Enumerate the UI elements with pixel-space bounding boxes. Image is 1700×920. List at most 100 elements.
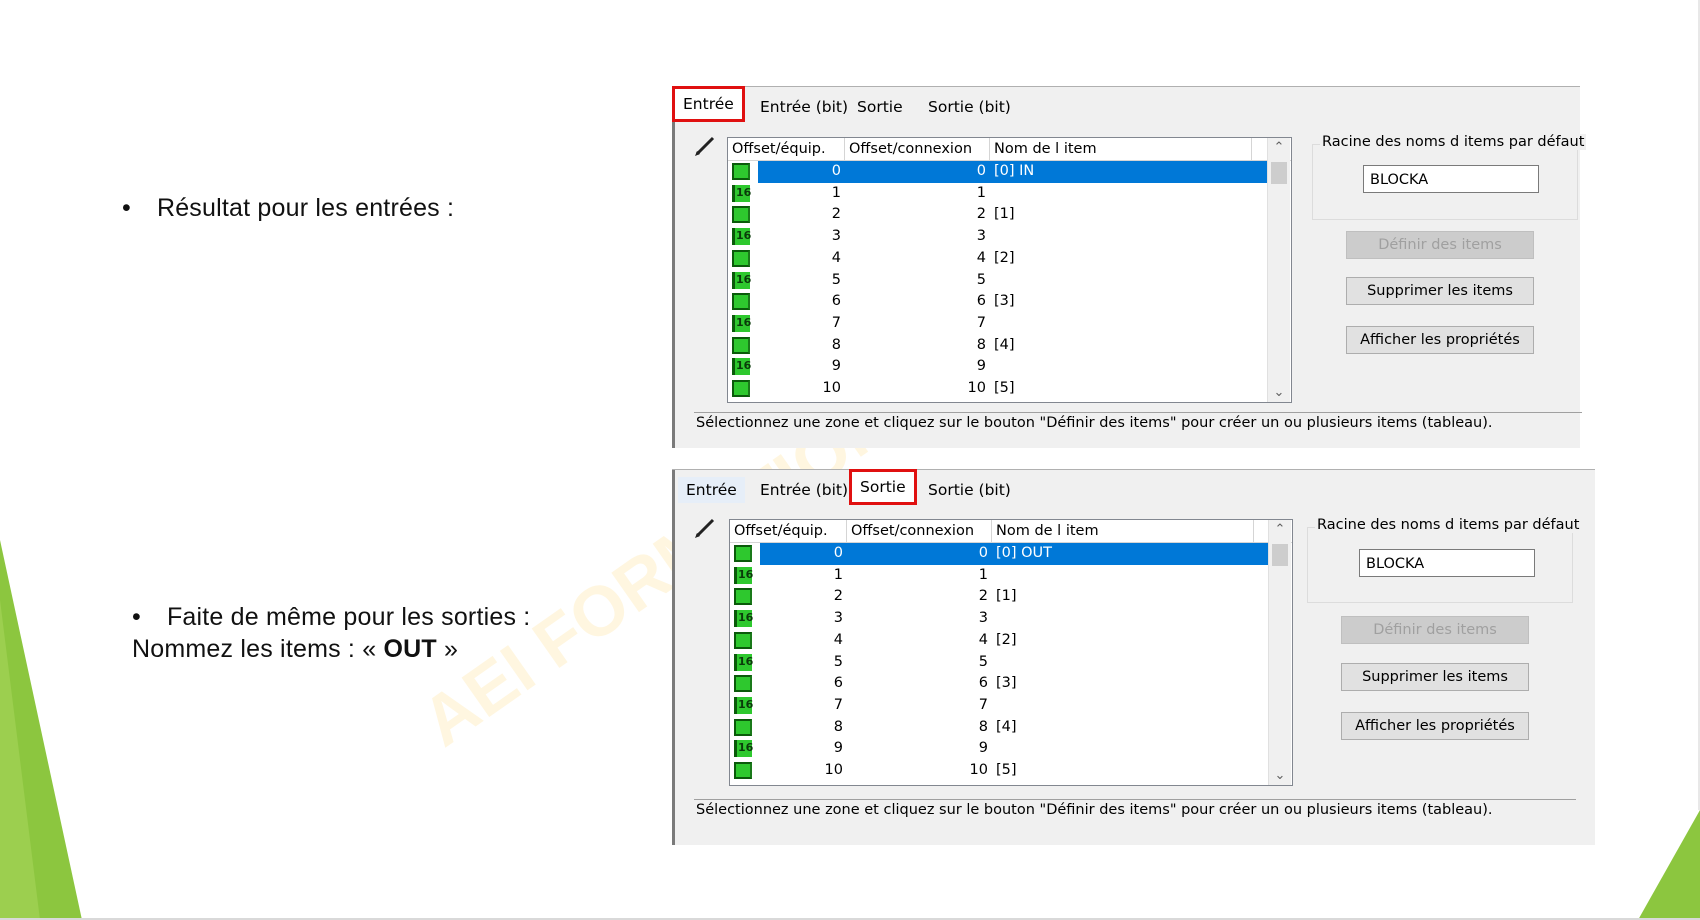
table-row[interactable]: 6 6 [3] (730, 673, 1268, 695)
offset-equip-cell: 2 (833, 588, 843, 605)
table-row[interactable]: 16 1 1 (730, 565, 1268, 587)
row-indicator: 16 (728, 270, 758, 292)
tab-sortie-bit[interactable]: Sortie (bit) (920, 94, 1019, 120)
tab-entree-bit[interactable]: Entrée (bit) (752, 94, 856, 120)
offset-equip-cell: 1 (833, 566, 843, 583)
table-row[interactable]: 10 10 [5] (730, 760, 1268, 782)
offset-connexion-cell: 1 (978, 566, 988, 583)
row-indicator (728, 248, 758, 270)
show-properties-button[interactable]: Afficher les propriétés (1341, 712, 1529, 740)
table-row[interactable]: 16 9 9 (730, 738, 1268, 760)
column-header[interactable]: Offset/connexion (845, 138, 990, 160)
items-grid[interactable]: Offset/équip. Offset/connexion Nom de l it… (729, 519, 1293, 786)
item-name-cell (990, 183, 1267, 205)
items-grid[interactable]: Offset/équip. Offset/connexion Nom de l it… (727, 137, 1292, 403)
tab-sortie[interactable]: Sortie (849, 469, 917, 505)
table-row[interactable]: 2 2 [1] (730, 586, 1268, 608)
show-properties-button[interactable]: Afficher les propriétés (1346, 326, 1534, 354)
byte-indicator-icon (732, 206, 750, 224)
table-row[interactable]: 4 4 [2] (728, 248, 1267, 270)
root-name-input[interactable]: BLOCKA (1359, 549, 1535, 577)
table-row[interactable]: 16 3 3 (728, 226, 1267, 248)
offset-connexion-cell: 4 (976, 249, 986, 266)
offset-equip-cell: 6 (833, 675, 843, 692)
row-indicator (730, 586, 760, 608)
offset-equip-cell: 2 (831, 206, 841, 223)
table-row[interactable]: 16 3 3 (730, 608, 1268, 630)
item-name-cell: [2] (994, 249, 1015, 266)
define-items-button[interactable]: Définir des items (1346, 231, 1534, 259)
table-row[interactable]: 16 7 7 (728, 313, 1267, 335)
scroll-down-icon[interactable]: ⌄ (1268, 385, 1290, 400)
table-row[interactable]: 16 9 9 (728, 356, 1267, 378)
word-indicator-icon: 16 (732, 184, 751, 202)
tab-entree[interactable]: Entrée (678, 477, 745, 503)
delete-items-button[interactable]: Supprimer les items (1346, 277, 1534, 305)
offset-equip-cell: 0 (760, 543, 847, 565)
offset-connexion-cell: 9 (978, 740, 988, 757)
offset-connexion-cell: 3 (978, 610, 988, 627)
scroll-thumb[interactable] (1272, 544, 1288, 566)
row-indicator (728, 378, 758, 400)
delete-items-button[interactable]: Supprimer les items (1341, 663, 1529, 691)
offset-connexion-cell: 8 (978, 718, 988, 735)
tab-entree[interactable]: Entrée (672, 86, 745, 122)
table-row[interactable]: 0 0 [0] OUT (730, 543, 1268, 565)
row-indicator: 16 (730, 565, 760, 587)
row-indicator (730, 630, 760, 652)
tab-sortie[interactable]: Sortie (849, 94, 911, 120)
grid-header: Offset/équip. Offset/connexion Nom de l it… (728, 138, 1291, 161)
table-row[interactable]: 16 5 5 (728, 270, 1267, 292)
table-row[interactable]: 16 1 1 (728, 183, 1267, 205)
right-green-accent (1638, 810, 1700, 920)
tab-sortie-bit[interactable]: Sortie (bit) (920, 477, 1019, 503)
offset-connexion-cell: 0 (845, 161, 990, 183)
item-name-cell (992, 652, 1268, 674)
tab-entree-bit[interactable]: Entrée (bit) (752, 477, 856, 503)
table-row[interactable]: 16 5 5 (730, 652, 1268, 674)
offset-connexion-cell: 1 (976, 184, 986, 201)
offset-connexion-cell: 7 (978, 696, 988, 713)
table-row[interactable]: 2 2 [1] (728, 204, 1267, 226)
scroll-thumb[interactable] (1271, 162, 1287, 184)
column-header[interactable]: Nom de l item (992, 520, 1254, 542)
table-row[interactable]: 6 6 [3] (728, 291, 1267, 313)
pencil-icon[interactable] (694, 135, 716, 157)
offset-equip-cell: 1 (831, 184, 841, 201)
offset-connexion-cell: 3 (976, 228, 986, 245)
scroll-down-icon[interactable]: ⌄ (1269, 768, 1291, 783)
item-name-cell (990, 356, 1267, 378)
offset-equip-cell: 9 (833, 740, 843, 757)
item-name-cell: [1] (994, 206, 1015, 223)
byte-indicator-icon (732, 249, 750, 267)
offset-connexion-cell: 6 (976, 293, 986, 310)
table-row[interactable]: 8 8 [4] (730, 717, 1268, 739)
table-row[interactable]: 10 10 [5] (728, 378, 1267, 400)
column-header[interactable]: Offset/équip. (728, 138, 845, 160)
scroll-up-icon[interactable]: ⌃ (1268, 140, 1290, 155)
offset-equip-cell: 8 (833, 718, 843, 735)
scroll-up-icon[interactable]: ⌃ (1269, 522, 1291, 537)
table-row[interactable]: 8 8 [4] (728, 335, 1267, 357)
grid-vertical-scrollbar[interactable]: ⌃ ⌄ (1268, 520, 1291, 785)
bullet-text: Faite de même pour les sorties : (166, 603, 531, 631)
column-header[interactable]: Offset/équip. (730, 520, 847, 542)
row-indicator: 16 (730, 738, 760, 760)
byte-indicator-icon (734, 588, 752, 606)
grid-vertical-scrollbar[interactable]: ⌃ ⌄ (1267, 138, 1290, 402)
byte-indicator-icon (734, 545, 752, 562)
pencil-icon[interactable] (694, 517, 716, 539)
offset-connexion-cell: 5 (978, 653, 988, 670)
table-row[interactable]: 16 7 7 (730, 695, 1268, 717)
define-items-button[interactable]: Définir des items (1341, 616, 1529, 644)
bullet-text: » (444, 635, 459, 663)
table-row[interactable]: 4 4 [2] (730, 630, 1268, 652)
column-header[interactable]: Nom de l item (990, 138, 1252, 160)
root-name-input[interactable]: BLOCKA (1363, 165, 1539, 193)
word-indicator-icon: 16 (734, 566, 753, 584)
offset-equip-cell: 8 (831, 336, 841, 353)
bullet-bold-text: OUT (383, 635, 437, 663)
table-row[interactable]: 0 0 [0] IN (728, 161, 1267, 183)
column-header[interactable]: Offset/connexion (847, 520, 992, 542)
item-name-cell (992, 695, 1268, 717)
